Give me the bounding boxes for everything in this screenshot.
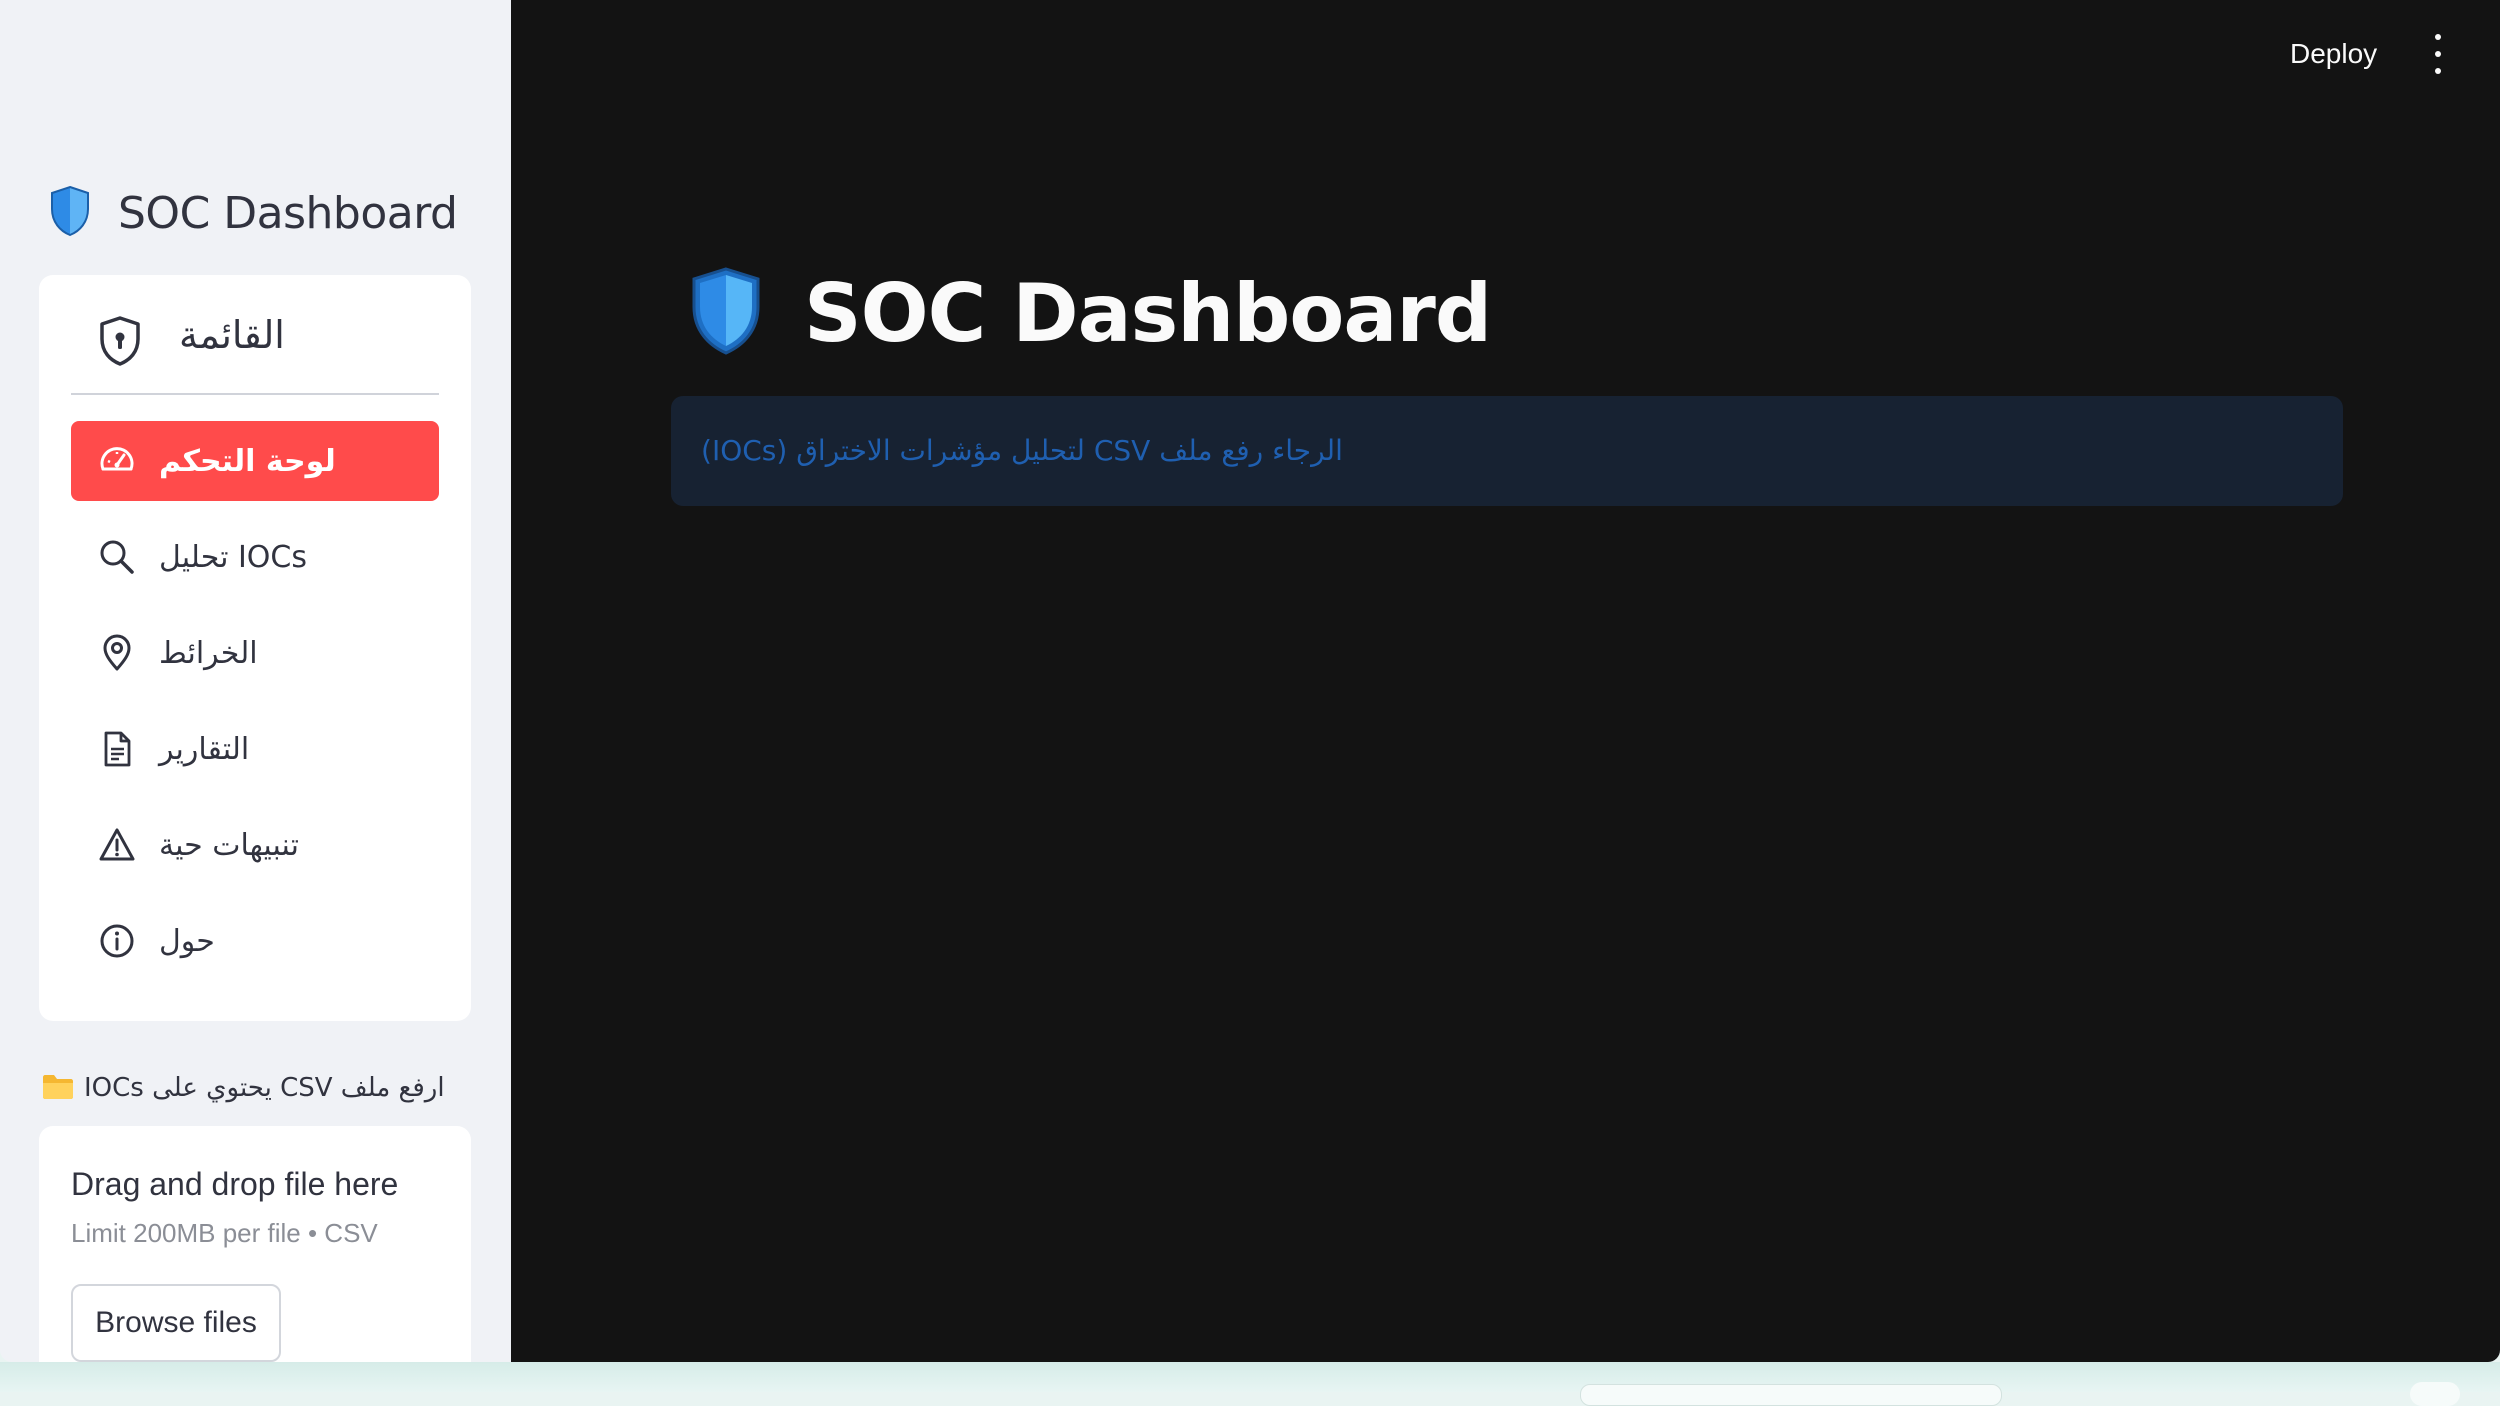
shield-lock-icon [97, 315, 143, 371]
shield-icon [688, 265, 764, 361]
menu-divider [71, 393, 439, 395]
browse-files-button[interactable]: Browse files [71, 1284, 281, 1362]
info-alert: الرجاء رفع ملف CSV لتحليل مؤشرات الاخترا… [671, 396, 2343, 506]
upload-limit-text: Limit 200MB per file • CSV [71, 1218, 378, 1248]
search-icon [97, 537, 137, 577]
menu-item-live-alerts[interactable]: تنبيهات حية [71, 805, 439, 885]
menu-item-label: تحليل IOCs [159, 539, 307, 575]
page-title: SOC Dashboard [688, 258, 1492, 368]
menu-item-label: حول [159, 923, 215, 959]
main-content: Deploy SOC Dashboard الرجاء رفع ملف CSV … [511, 0, 2500, 1362]
menu-item-ioc-analysis[interactable]: تحليل IOCs [71, 517, 439, 597]
app-window: SOC Dashboard القائمة لوحة التحكم تحليل … [0, 0, 2500, 1362]
sidebar-title: SOC Dashboard [48, 180, 458, 246]
menu-item-label: الخرائط [159, 635, 258, 671]
os-taskbar [0, 1362, 2500, 1406]
sidebar-title-text: SOC Dashboard [118, 187, 458, 239]
nav-menu: القائمة لوحة التحكم تحليل IOCs الخرائط ا… [39, 275, 471, 1021]
info-icon [97, 921, 137, 961]
menu-item-about[interactable]: حول [71, 901, 439, 981]
speedometer-icon [97, 441, 137, 481]
menu-item-label: تنبيهات حية [159, 827, 299, 863]
deploy-button[interactable]: Deploy [2290, 30, 2377, 78]
menu-item-label: التقارير [159, 731, 250, 767]
warning-triangle-icon [97, 825, 137, 865]
shield-icon [48, 185, 92, 241]
taskbar-search[interactable] [1580, 1384, 2002, 1406]
info-alert-text: الرجاء رفع ملف CSV لتحليل مؤشرات الاخترا… [701, 434, 1343, 467]
main-menu-kebab-icon[interactable] [2424, 34, 2452, 74]
taskbar-tray[interactable] [2410, 1382, 2460, 1406]
folder-icon [42, 1072, 74, 1104]
sidebar: SOC Dashboard القائمة لوحة التحكم تحليل … [0, 0, 511, 1362]
page-title-text: SOC Dashboard [804, 266, 1492, 360]
drag-drop-text: Drag and drop file here [71, 1166, 399, 1202]
document-icon [97, 729, 137, 769]
menu-header: القائمة [39, 275, 471, 395]
upload-label-text: ارفع ملف CSV يحتوي على IOCs [84, 1073, 445, 1103]
file-uploader[interactable]: Drag and drop file here Limit 200MB per … [39, 1126, 471, 1362]
menu-item-maps[interactable]: الخرائط [71, 613, 439, 693]
upload-label: ارفع ملف CSV يحتوي على IOCs [42, 1072, 445, 1104]
menu-header-label: القائمة [179, 313, 285, 357]
menu-item-dashboard[interactable]: لوحة التحكم [71, 421, 439, 501]
menu-item-reports[interactable]: التقارير [71, 709, 439, 789]
map-pin-icon [97, 633, 137, 673]
menu-item-label: لوحة التحكم [159, 443, 336, 479]
